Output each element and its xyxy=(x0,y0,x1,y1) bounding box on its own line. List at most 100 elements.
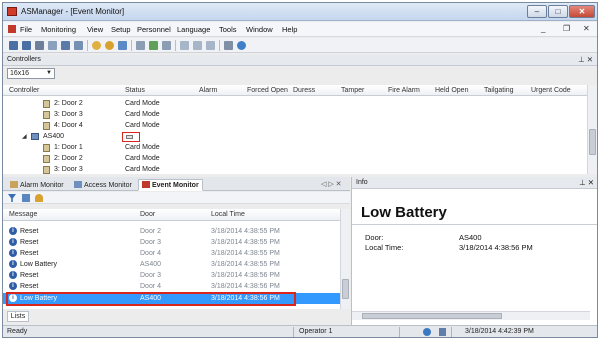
scrollbar-thumb[interactable] xyxy=(342,279,349,299)
menu-help[interactable]: Help xyxy=(282,25,297,34)
toolbar-event-icon[interactable] xyxy=(105,41,114,50)
minimize-button[interactable]: – xyxy=(527,5,547,18)
tab-scroll-close[interactable]: ◁ ▷ ✕ xyxy=(321,180,342,188)
column-tailgating[interactable]: Tailgating xyxy=(484,87,514,94)
controller-name: 3: Door 3 xyxy=(54,166,83,173)
controllers-pane-title: Controllers xyxy=(7,56,41,63)
app-logo-icon xyxy=(7,7,17,16)
column-door[interactable]: Door xyxy=(140,211,155,218)
controller-name: AS400 xyxy=(43,133,65,140)
event-door: AS400 xyxy=(140,261,162,268)
column-status[interactable]: Status xyxy=(125,87,145,94)
event-row[interactable]: i Reset Door 4 3/18/2014 4:38:56 PM xyxy=(3,281,340,292)
menu-personnel[interactable]: Personnel xyxy=(137,25,171,34)
toolbar-print-icon[interactable] xyxy=(224,41,233,50)
toolbar-camera-icon[interactable] xyxy=(149,41,158,50)
toolbar-alarm-icon[interactable] xyxy=(92,41,101,50)
icon-size-dropdown[interactable]: 16x16 ▼ xyxy=(7,68,55,79)
mdi-restore-button[interactable]: ❐ xyxy=(563,24,570,33)
toolbar-help-icon[interactable] xyxy=(237,41,246,50)
menu-file[interactable]: File xyxy=(20,25,32,34)
controller-icon xyxy=(31,133,39,140)
tab-event-monitor[interactable]: Event Monitor xyxy=(138,179,203,191)
event-scrollbar[interactable] xyxy=(340,209,350,309)
toolbar-user-icon[interactable] xyxy=(118,41,127,50)
event-message: Reset xyxy=(20,272,39,279)
controller-name: 2: Door 2 xyxy=(54,100,83,107)
mdi-minimize-button[interactable]: _ xyxy=(541,24,545,33)
menu-bar: File Monitoring View Setup Personnel Lan… xyxy=(3,22,597,37)
toolbar-save-icon[interactable] xyxy=(9,41,18,50)
tree-expand-icon[interactable]: ◢ xyxy=(22,133,27,140)
event-row[interactable]: i Reset Door 3 3/18/2014 4:38:55 PM xyxy=(3,237,340,248)
network-icon xyxy=(423,328,431,336)
menu-view[interactable]: View xyxy=(87,25,103,34)
controller-row[interactable]: 3: Door 3 Card Mode xyxy=(3,165,587,176)
tab-lists[interactable]: Lists xyxy=(7,311,29,322)
column-controller[interactable]: Controller xyxy=(9,87,39,94)
column-message[interactable]: Message xyxy=(9,211,37,218)
controller-row[interactable]: 3: Door 3 Card Mode xyxy=(3,110,587,121)
controller-status: Card Mode xyxy=(125,155,160,162)
toolbar-controller-icon[interactable] xyxy=(35,41,44,50)
controller-row[interactable]: 2: Door 2 Card Mode xyxy=(3,154,587,165)
toolbar-report-icon[interactable] xyxy=(162,41,171,50)
column-fire-alarm[interactable]: Fire Alarm xyxy=(388,87,420,94)
column-urgent-code[interactable]: Urgent Code xyxy=(531,87,571,94)
column-local-time[interactable]: Local Time xyxy=(211,211,245,218)
controllers-scrollbar[interactable] xyxy=(587,85,597,174)
scrollbar-thumb[interactable] xyxy=(362,313,502,319)
controller-row[interactable]: 4: Door 4 Card Mode xyxy=(3,121,587,132)
column-duress[interactable]: Duress xyxy=(293,87,315,94)
controller-row[interactable]: 2: Door 2 Card Mode xyxy=(3,99,587,110)
bell-icon[interactable] xyxy=(35,194,43,202)
column-held-open[interactable]: Held Open xyxy=(435,87,468,94)
divider xyxy=(399,327,400,337)
title-bar[interactable]: ASManager - [Event Monitor] – □ ✕ xyxy=(3,3,597,21)
alarm-icon xyxy=(10,181,18,188)
info-icon: i xyxy=(9,282,17,290)
scrollbar-thumb[interactable] xyxy=(589,129,596,155)
tab-access-monitor[interactable]: Access Monitor xyxy=(70,179,136,191)
event-row[interactable]: i Low Battery AS400 3/18/2014 4:38:55 PM xyxy=(3,259,340,270)
menu-tools[interactable]: Tools xyxy=(219,25,237,34)
info-horizontal-scrollbar[interactable] xyxy=(352,311,590,320)
tab-alarm-monitor[interactable]: Alarm Monitor xyxy=(6,179,68,191)
filter-icon[interactable] xyxy=(8,194,16,202)
grid-options-icon[interactable] xyxy=(22,194,30,202)
battery-status-highlight[interactable] xyxy=(122,132,140,142)
controllers-pane-pin-close[interactable]: ⊥ ✕ xyxy=(578,55,593,64)
access-icon xyxy=(74,181,82,188)
toolbar-grid-icon[interactable] xyxy=(74,41,83,50)
event-row[interactable]: i Reset Door 2 3/18/2014 4:38:55 PM xyxy=(3,226,340,237)
event-time: 3/18/2014 4:38:55 PM xyxy=(211,250,280,257)
menu-monitoring[interactable]: Monitoring xyxy=(41,25,76,34)
controllers-grid-header: Controller Status Alarm Forced Open Dure… xyxy=(3,85,587,96)
maximize-button[interactable]: □ xyxy=(548,5,568,18)
event-row[interactable]: i Reset Door 4 3/18/2014 4:38:55 PM xyxy=(3,248,340,259)
menu-language[interactable]: Language xyxy=(177,25,210,34)
controller-row[interactable]: ◢ AS400 xyxy=(3,132,587,143)
controller-status: Card Mode xyxy=(125,166,160,173)
event-door: Door 3 xyxy=(140,272,162,279)
menu-setup[interactable]: Setup xyxy=(111,25,131,34)
menu-window[interactable]: Window xyxy=(246,25,273,34)
mdi-close-button[interactable]: ✕ xyxy=(583,24,590,33)
toolbar-list-icon[interactable] xyxy=(61,41,70,50)
toolbar-save-all-icon[interactable] xyxy=(22,41,31,50)
toolbar-window-icon[interactable] xyxy=(180,41,189,50)
column-tamper[interactable]: Tamper xyxy=(341,87,364,94)
event-row[interactable]: i Reset Door 3 3/18/2014 4:38:56 PM xyxy=(3,270,340,281)
event-message: Reset xyxy=(20,283,39,290)
close-button[interactable]: ✕ xyxy=(569,5,595,18)
column-alarm[interactable]: Alarm xyxy=(199,87,217,94)
toolbar-tile-icon[interactable] xyxy=(193,41,202,50)
info-event-title: Low Battery xyxy=(361,204,447,221)
toolbar-cascade-icon[interactable] xyxy=(206,41,215,50)
info-pane-pin-close[interactable]: ⊥ ✕ xyxy=(579,178,594,187)
toolbar-settings-icon[interactable] xyxy=(48,41,57,50)
toolbar-door-icon[interactable] xyxy=(136,41,145,50)
controller-row[interactable]: 1: Door 1 Card Mode xyxy=(3,143,587,154)
column-forced-open[interactable]: Forced Open xyxy=(247,87,288,94)
document-icon[interactable] xyxy=(8,25,16,33)
